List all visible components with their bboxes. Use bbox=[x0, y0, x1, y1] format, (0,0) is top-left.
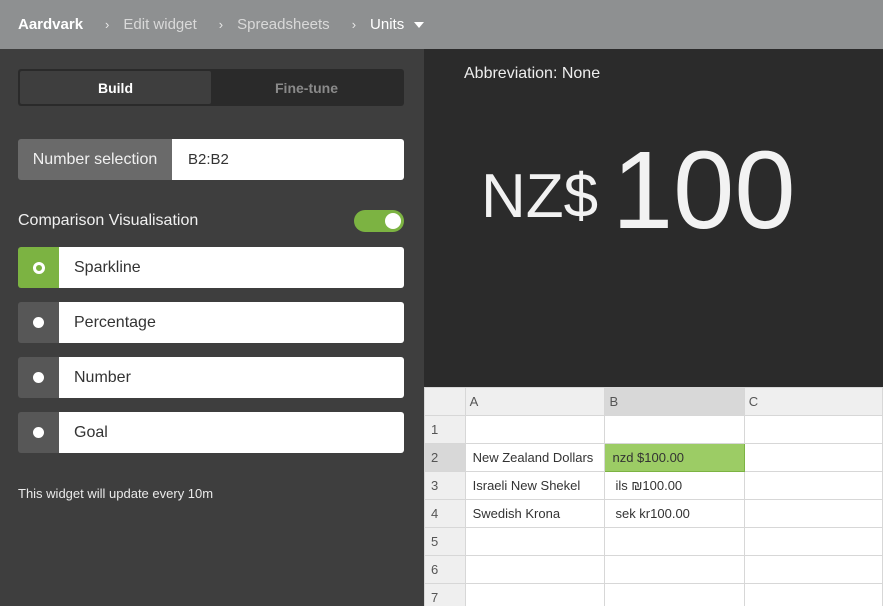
row-header[interactable]: 1 bbox=[424, 415, 466, 444]
table-row: 5 bbox=[424, 527, 883, 556]
column-header-a[interactable]: A bbox=[464, 387, 606, 416]
table-row: 3 Israeli New Shekel ils ₪100.00 bbox=[424, 471, 883, 500]
top-bar: Aardvark › Edit widget › Spreadsheets › … bbox=[0, 0, 883, 49]
cell-b3[interactable]: ils ₪100.00 bbox=[604, 471, 745, 500]
number-selection-label: Number selection bbox=[18, 139, 172, 180]
cell-a3[interactable]: Israeli New Shekel bbox=[464, 471, 606, 500]
cell-a1[interactable] bbox=[464, 415, 606, 444]
radio-dot-icon bbox=[33, 372, 44, 383]
big-number-value: 100 bbox=[612, 129, 796, 252]
comparison-row: Comparison Visualisation bbox=[18, 209, 404, 233]
row-header[interactable]: 7 bbox=[424, 583, 466, 606]
cell-b6[interactable] bbox=[604, 555, 745, 584]
column-header-row: A B C bbox=[424, 387, 883, 416]
radio-goal[interactable] bbox=[18, 412, 59, 453]
update-note: This widget will update every 10m bbox=[18, 486, 214, 501]
option-label: Goal bbox=[59, 412, 404, 453]
table-row: 1 bbox=[424, 415, 883, 444]
option-label: Percentage bbox=[59, 302, 404, 343]
cell-b4[interactable]: sek kr100.00 bbox=[604, 499, 745, 528]
radio-dot-icon bbox=[33, 427, 44, 438]
tab-fine-tune[interactable]: Fine-tune bbox=[211, 71, 402, 104]
option-label: Sparkline bbox=[59, 247, 404, 288]
row-header[interactable]: 5 bbox=[424, 527, 466, 556]
row-header[interactable]: 2 bbox=[424, 443, 466, 472]
column-header-c[interactable]: C bbox=[743, 387, 883, 416]
row-header[interactable]: 3 bbox=[424, 471, 466, 500]
cell-c2[interactable] bbox=[743, 443, 883, 472]
chevron-right-icon: › bbox=[351, 17, 357, 32]
mode-tabs: Build Fine-tune bbox=[18, 69, 404, 106]
cell-a2[interactable]: New Zealand Dollars bbox=[464, 443, 606, 472]
cell-c6[interactable] bbox=[743, 555, 883, 584]
cell-b7[interactable] bbox=[604, 583, 745, 606]
cell-c3[interactable] bbox=[743, 471, 883, 500]
abbreviation-label: Abbreviation: None bbox=[464, 65, 601, 82]
column-header-b[interactable]: B bbox=[604, 387, 745, 416]
radio-selected-icon bbox=[32, 261, 45, 274]
widget-preview: Abbreviation: None NZ$ 100 bbox=[424, 49, 883, 387]
cell-a7[interactable] bbox=[464, 583, 606, 606]
caret-down-icon[interactable] bbox=[414, 21, 425, 28]
option-number[interactable]: Number bbox=[18, 357, 404, 398]
row-header[interactable]: 4 bbox=[424, 499, 466, 528]
row-header[interactable]: 6 bbox=[424, 555, 466, 584]
currency-symbol: NZ$ bbox=[481, 162, 599, 231]
radio-dot-icon bbox=[33, 317, 44, 328]
corner-cell bbox=[424, 387, 466, 416]
toggle-knob bbox=[385, 213, 401, 229]
cell-c5[interactable] bbox=[743, 527, 883, 556]
radio-percentage[interactable] bbox=[18, 302, 59, 343]
brand-link[interactable]: Aardvark bbox=[18, 16, 83, 33]
cell-b1[interactable] bbox=[604, 415, 745, 444]
settings-panel: Build Fine-tune Number selection Compari… bbox=[0, 49, 424, 606]
breadcrumb-edit-widget[interactable]: Edit widget bbox=[123, 16, 196, 33]
number-selection: Number selection bbox=[18, 139, 404, 180]
option-goal[interactable]: Goal bbox=[18, 412, 404, 453]
spreadsheet: A B C 1 2 New Zealand Dollars nzd $100.0… bbox=[424, 387, 883, 606]
table-row: 7 bbox=[424, 583, 883, 606]
cell-c4[interactable] bbox=[743, 499, 883, 528]
cell-b5[interactable] bbox=[604, 527, 745, 556]
chevron-right-icon: › bbox=[105, 17, 110, 32]
radio-sparkline[interactable] bbox=[18, 247, 59, 288]
breadcrumb-units[interactable]: Units bbox=[370, 16, 404, 33]
cell-a6[interactable] bbox=[464, 555, 606, 584]
cell-a4[interactable]: Swedish Krona bbox=[464, 499, 606, 528]
table-row: 4 Swedish Krona sek kr100.00 bbox=[424, 499, 883, 528]
number-selection-input[interactable] bbox=[172, 139, 404, 180]
option-label: Number bbox=[59, 357, 404, 398]
comparison-label: Comparison Visualisation bbox=[18, 212, 199, 229]
radio-number[interactable] bbox=[18, 357, 59, 398]
comparison-toggle[interactable] bbox=[354, 210, 404, 232]
cell-b2-selected[interactable]: nzd $100.00 bbox=[604, 443, 745, 472]
cell-c7[interactable] bbox=[743, 583, 883, 606]
chevron-right-icon: › bbox=[218, 17, 224, 32]
breadcrumb-spreadsheets[interactable]: Spreadsheets bbox=[237, 16, 330, 33]
table-row: 2 New Zealand Dollars nzd $100.00 bbox=[424, 443, 883, 472]
option-sparkline[interactable]: Sparkline bbox=[18, 247, 404, 288]
cell-c1[interactable] bbox=[743, 415, 883, 444]
tab-build[interactable]: Build bbox=[20, 71, 211, 104]
option-percentage[interactable]: Percentage bbox=[18, 302, 404, 343]
table-row: 6 bbox=[424, 555, 883, 584]
cell-a5[interactable] bbox=[464, 527, 606, 556]
spreadsheet-grid: A B C 1 2 New Zealand Dollars nzd $100.0… bbox=[424, 387, 883, 606]
